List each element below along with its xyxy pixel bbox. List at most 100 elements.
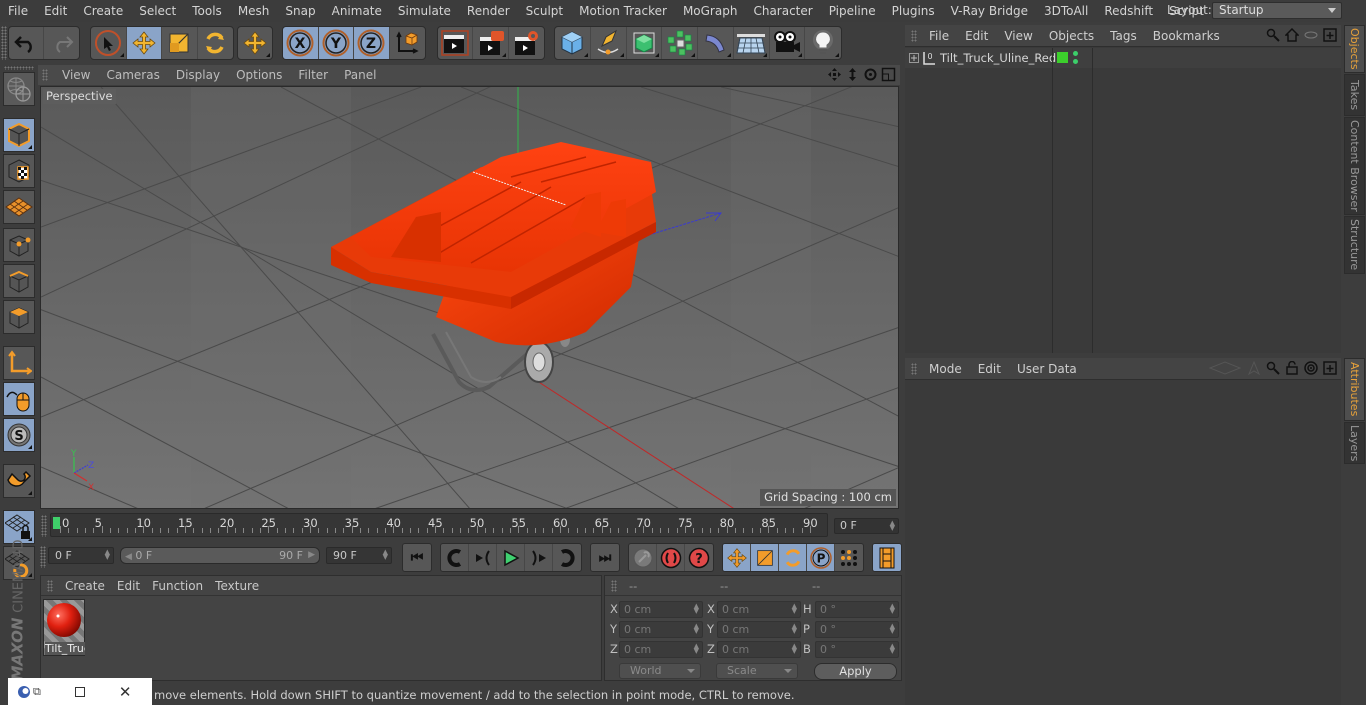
- up-arrow-icon[interactable]: [1247, 361, 1261, 375]
- menu-select[interactable]: Select: [131, 4, 184, 18]
- menu-render[interactable]: Render: [459, 4, 518, 18]
- attribute-menu-user-data[interactable]: User Data: [1009, 362, 1085, 376]
- rotation-b-field[interactable]: 0 ° ▲ ▼: [815, 641, 899, 658]
- timeline-window-button[interactable]: [873, 544, 901, 571]
- rotation-p-field[interactable]: 0 ° ▲ ▼: [815, 621, 899, 638]
- camera-label[interactable]: Perspective: [43, 89, 116, 104]
- viewport-menu-options[interactable]: Options: [228, 68, 290, 82]
- menu-create[interactable]: Create: [75, 4, 131, 18]
- panel-grip[interactable]: [40, 546, 46, 568]
- current-frame-field[interactable]: 0 F ▲ ▼: [834, 518, 899, 534]
- go-to-start-button[interactable]: ⏮: [403, 544, 431, 571]
- timeline-track[interactable]: 0 5 10 15 20 25 30 35 40 45 50 55 60 65 70 75 80 85 90: [50, 513, 828, 537]
- coordinate-system-button[interactable]: [390, 27, 425, 59]
- scale-tool-button[interactable]: [162, 27, 198, 59]
- apply-button[interactable]: Apply: [814, 663, 897, 680]
- object-menu-view[interactable]: View: [996, 29, 1040, 43]
- menu-simulate[interactable]: Simulate: [390, 4, 459, 18]
- target-icon[interactable]: [1304, 361, 1318, 375]
- model-mode-button[interactable]: [3, 118, 35, 152]
- object-menu-file[interactable]: File: [921, 29, 957, 43]
- new-view-icon[interactable]: [1323, 361, 1337, 375]
- position-z-field[interactable]: 0 cm ▲ ▼: [619, 641, 703, 658]
- menu-plugins[interactable]: Plugins: [884, 4, 943, 18]
- go-to-end-button[interactable]: ⏭: [591, 544, 619, 571]
- redo-button[interactable]: [44, 27, 79, 59]
- object-menu-objects[interactable]: Objects: [1041, 29, 1102, 43]
- viewport-menu-filter[interactable]: Filter: [290, 68, 336, 82]
- end-frame-field[interactable]: 90 F ▲ ▼: [326, 547, 392, 564]
- object-row[interactable]: 0 Tilt_Truck_Uline_Red: [905, 48, 1341, 353]
- edges-mode-button[interactable]: [3, 264, 35, 298]
- menu-mesh[interactable]: Mesh: [230, 4, 278, 18]
- visibility-icon[interactable]: [1304, 28, 1318, 42]
- object-name[interactable]: Tilt_Truck_Uline_Red: [940, 51, 1056, 65]
- frame-range-slider[interactable]: ◀ 0 F 90 F ▶: [120, 547, 320, 564]
- play-forwards-button[interactable]: [497, 544, 525, 571]
- key-filter-scale-button[interactable]: [751, 544, 779, 571]
- layer-color-swatch[interactable]: [1057, 52, 1068, 63]
- tab-takes[interactable]: Takes: [1344, 74, 1365, 116]
- expand-icon[interactable]: [909, 53, 919, 63]
- render-to-picture-viewer-button[interactable]: [473, 27, 509, 59]
- key-filter-rotate-button[interactable]: [779, 544, 807, 571]
- previous-keyframe-button[interactable]: [441, 544, 469, 571]
- z-axis-lock-button[interactable]: Z: [354, 27, 390, 59]
- material-menu-create[interactable]: Create: [59, 579, 111, 593]
- points-mode-button[interactable]: [3, 228, 35, 262]
- pan-view-icon[interactable]: [827, 67, 842, 82]
- light-button[interactable]: [805, 27, 841, 59]
- viewport-menu-display[interactable]: Display: [168, 68, 228, 82]
- texture-mode-button[interactable]: [3, 154, 35, 188]
- material-swatch[interactable]: Tilt_Truc: [43, 599, 85, 656]
- attribute-menu-edit[interactable]: Edit: [970, 362, 1009, 376]
- position-x-field[interactable]: 0 cm ▲ ▼: [619, 601, 703, 618]
- toolbar-grip[interactable]: [4, 66, 34, 70]
- editor-visibility-dot[interactable]: [1073, 51, 1078, 56]
- menu-pipeline[interactable]: Pipeline: [821, 4, 884, 18]
- render-settings-button[interactable]: [509, 27, 544, 59]
- y-axis-lock-button[interactable]: Y: [318, 27, 354, 59]
- tab-structure[interactable]: Structure: [1344, 216, 1365, 274]
- playhead[interactable]: [53, 517, 60, 529]
- menu-sculpt[interactable]: Sculpt: [518, 4, 571, 18]
- menu-snap[interactable]: Snap: [277, 4, 323, 18]
- panel-grip[interactable]: [911, 29, 917, 42]
- tab-attributes[interactable]: Attributes: [1344, 358, 1365, 421]
- pen-spline-button[interactable]: [591, 27, 627, 59]
- range-left-arrow-icon[interactable]: ◀: [125, 552, 132, 562]
- autokey-disabled-button[interactable]: [629, 544, 657, 571]
- size-z-field[interactable]: 0 cm ▲ ▼: [717, 641, 801, 658]
- move-tool-button[interactable]: [126, 27, 162, 59]
- menu-edit[interactable]: Edit: [36, 4, 75, 18]
- size-x-field[interactable]: 0 cm ▲ ▼: [717, 601, 801, 618]
- menu-vray-bridge[interactable]: V-Ray Bridge: [943, 4, 1036, 18]
- panel-grip[interactable]: [911, 362, 917, 375]
- coordinate-mode-dropdown[interactable]: World: [619, 663, 701, 679]
- viewport-menu-view[interactable]: View: [54, 68, 98, 82]
- camera-button[interactable]: [770, 27, 806, 59]
- object-menu-tags[interactable]: Tags: [1102, 29, 1145, 43]
- live-selection-button[interactable]: [91, 27, 127, 59]
- material-menu-texture[interactable]: Texture: [209, 579, 265, 593]
- tab-objects[interactable]: Objects: [1344, 25, 1365, 73]
- floor-button[interactable]: [734, 27, 770, 59]
- position-y-field[interactable]: 0 cm ▲ ▼: [619, 621, 703, 638]
- x-axis-lock-button[interactable]: X: [283, 27, 319, 59]
- menu-motion-tracker[interactable]: Motion Tracker: [571, 4, 675, 18]
- maximize-view-icon[interactable]: [881, 67, 896, 82]
- lock-icon[interactable]: [1285, 361, 1299, 375]
- rotation-h-field[interactable]: 0 ° ▲ ▼: [815, 601, 899, 618]
- menu-animate[interactable]: Animate: [324, 4, 390, 18]
- make-editable-button[interactable]: [3, 72, 35, 106]
- menu-tools[interactable]: Tools: [184, 4, 230, 18]
- subdivision-surface-button[interactable]: [627, 27, 663, 59]
- object-menu-edit[interactable]: Edit: [957, 29, 996, 43]
- tab-layers[interactable]: Layers: [1344, 422, 1365, 464]
- home-icon[interactable]: [1285, 28, 1299, 42]
- search-icon[interactable]: [1266, 361, 1280, 375]
- 3d-viewport[interactable]: Y Z X Perspective Grid Spacing : 100 cm: [40, 86, 899, 509]
- key-filter-move-button[interactable]: [723, 544, 751, 571]
- size-mode-dropdown[interactable]: Scale: [716, 663, 798, 679]
- panel-grip[interactable]: [47, 579, 53, 592]
